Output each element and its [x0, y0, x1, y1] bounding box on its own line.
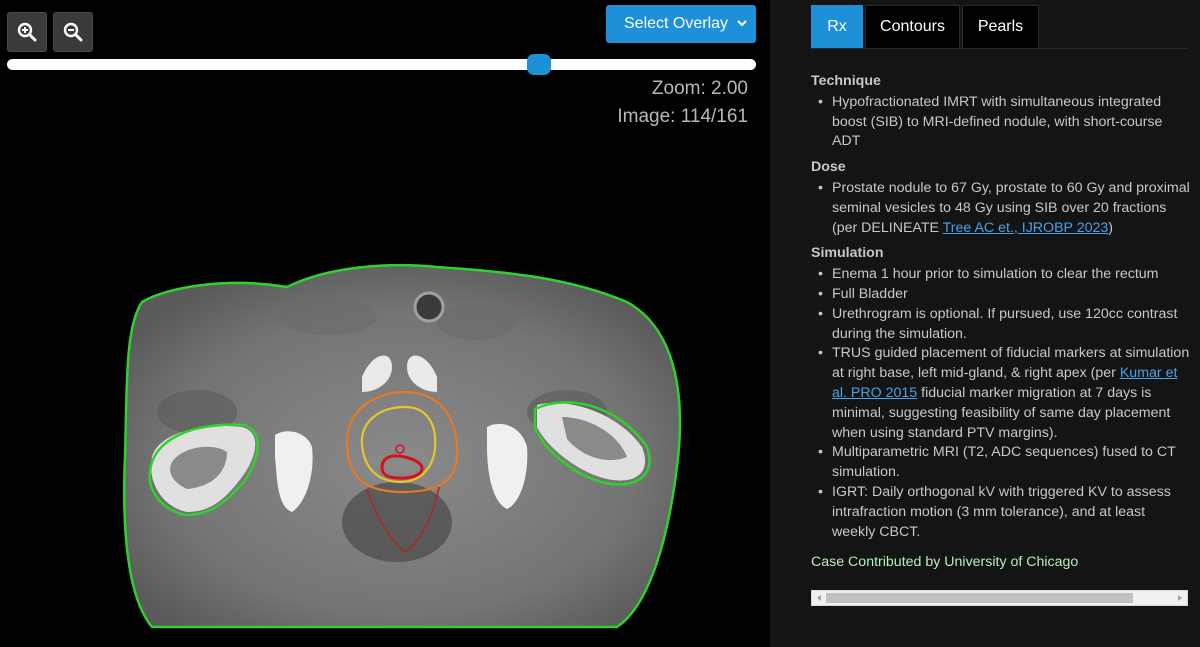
- zoom-out-icon: [63, 22, 83, 42]
- horizontal-scrollbar[interactable]: [811, 590, 1188, 606]
- dose-list: Prostate nodule to 67 Gy, prostate to 60…: [811, 179, 1191, 238]
- tab-divider: [810, 48, 1188, 49]
- zoom-in-icon: [17, 22, 37, 42]
- case-contributor: Case Contributed by University of Chicag…: [811, 554, 1079, 571]
- app-root: Select Overlay Zoom: 2.00 Image: 114/161: [0, 0, 1200, 647]
- list-item: Urethrogram is optional. If pursued, use…: [811, 305, 1191, 345]
- scroll-right-arrow-icon[interactable]: [1174, 592, 1186, 604]
- tab-rx[interactable]: Rx: [811, 5, 863, 49]
- select-overlay-dropdown[interactable]: Select Overlay: [606, 5, 756, 43]
- tab-pearls[interactable]: Pearls: [962, 5, 1039, 49]
- technique-list: Hypofractionated IMRT with simultaneous …: [811, 93, 1191, 152]
- chevron-down-icon: [737, 20, 747, 27]
- dose-text-end: ): [1108, 219, 1113, 236]
- zoom-out-button[interactable]: [53, 12, 93, 52]
- image-slider-thumb[interactable]: [526, 54, 551, 75]
- simulation-heading: Simulation: [811, 245, 884, 262]
- ct-image[interactable]: [7, 127, 756, 647]
- list-item: Hypofractionated IMRT with simultaneous …: [811, 93, 1191, 152]
- zoom-readout: Zoom: 2.00: [651, 78, 748, 99]
- scrollbar-thumb[interactable]: [826, 593, 1133, 603]
- list-item: Full Bladder: [811, 285, 1191, 305]
- delineate-reference-link[interactable]: Tree AC et., IJROBP 2023: [943, 220, 1109, 236]
- image-viewer: Select Overlay Zoom: 2.00 Image: 114/161: [0, 0, 770, 647]
- image-slider-track[interactable]: [7, 59, 756, 70]
- simulation-list: Enema 1 hour prior to simulation to clea…: [811, 265, 1191, 542]
- scroll-left-arrow-icon[interactable]: [813, 592, 825, 604]
- zoom-in-button[interactable]: [7, 12, 47, 52]
- ct-scan-slice: [122, 263, 682, 629]
- dose-heading: Dose: [811, 159, 846, 176]
- image-index-readout: Image: 114/161: [617, 106, 748, 127]
- list-item: TRUS guided placement of fiducial marker…: [811, 344, 1191, 443]
- list-item: IGRT: Daily orthogonal kV with triggered…: [811, 483, 1191, 542]
- rx-content: Technique Hypofractionated IMRT with sim…: [811, 72, 1191, 573]
- list-item: Enema 1 hour prior to simulation to clea…: [811, 265, 1191, 285]
- tab-contours[interactable]: Contours: [865, 5, 960, 49]
- technique-heading: Technique: [811, 73, 881, 89]
- list-item: Multiparametric MRI (T2, ADC sequences) …: [811, 443, 1191, 483]
- select-overlay-label: Select Overlay: [624, 15, 729, 32]
- info-panel: Rx Contours Pearls Technique Hypofractio…: [770, 0, 1200, 647]
- list-item: Prostate nodule to 67 Gy, prostate to 60…: [811, 179, 1191, 238]
